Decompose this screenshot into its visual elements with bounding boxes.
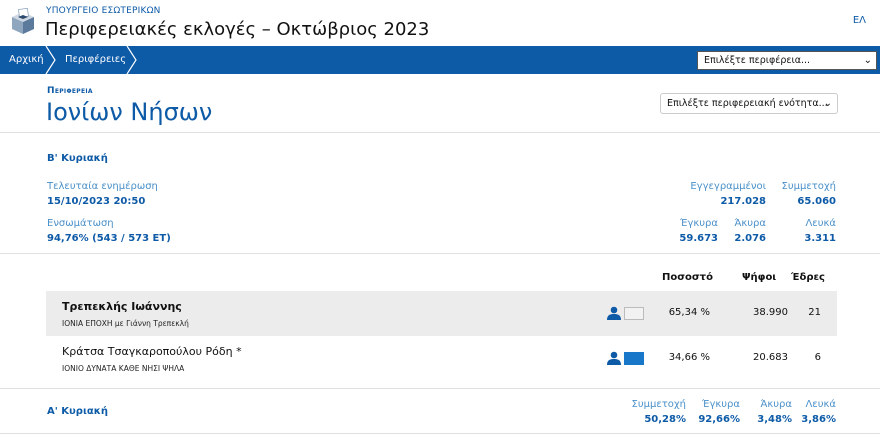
site-header: ΥΠΟΥΡΓΕΙΟ ΕΣΩΤΕΡΙΚΩΝ Περιφερειακές εκλογ… [0,0,880,46]
column-header-votes: Ψήφοι [742,272,777,283]
blank-value: 3.311 [804,233,836,244]
chevron-down-icon: ⌄ [823,98,832,109]
candidate-name: Τρεπεκλής Ιωάννης [62,300,182,313]
round1-valid-label: Έγκυρα [702,399,740,410]
round2-title: Β' Κυριακή [47,153,108,164]
divider [0,132,880,133]
ministry-name: ΥΠΟΥΡΓΕΙΟ ΕΣΩΤΕΡΙΚΩΝ [46,6,161,16]
round1-valid-value: 92,66% [698,414,740,425]
regional-unit-select[interactable]: Επιλέξτε περιφερειακή ενότητα... ⌄ [660,93,838,114]
round1-invalid-label: Άκυρα [760,399,792,410]
ballot-box-logo[interactable] [9,7,37,35]
region-name: Ιονίων Νήσων [46,98,213,126]
candidate-percent: 34,66 % [668,352,710,363]
round1-turnout-value: 50,28% [644,414,686,425]
integration-label: Ενσωμάτωση [47,218,114,229]
language-switch[interactable]: ΕΛ [853,15,866,26]
candidate-row[interactable]: Κράτσα Τσαγκαροπούλου Ρόδη * ΙΟΝΙΟ ΔΥΝΑΤ… [46,336,837,381]
last-update-value: 15/10/2023 20:50 [47,196,146,207]
breadcrumb-home[interactable]: Αρχική [9,46,44,74]
valid-value: 59.673 [679,233,718,244]
column-header-percent: Ποσοστό [662,272,713,283]
turnout-value: 65.060 [797,196,836,207]
person-icon [607,351,621,365]
chevron-down-icon: ⌄ [863,55,872,66]
round1-blank-value: 3,86% [801,414,836,425]
region-select-value: Επιλέξτε περιφέρεια... [704,55,811,66]
invalid-value: 2.076 [734,233,766,244]
breadcrumb-separator-icon [126,46,137,74]
valid-label: Έγκυρα [680,218,718,229]
person-icon [607,306,621,320]
integration-value: 94,76% (543 / 573 ΕΤ) [47,233,171,244]
divider [0,433,880,434]
blank-label: Λευκά [805,218,836,229]
region-select[interactable]: Επιλέξτε περιφέρεια... ⌄ [697,51,877,70]
turnout-label: Συμμετοχή [781,181,837,192]
party-color-swatch [624,352,644,365]
candidate-seats: 21 [808,307,821,318]
party-color-swatch [624,307,644,320]
round1-title[interactable]: Α' Κυριακή [47,406,108,417]
candidate-row[interactable]: Τρεπεκλής Ιωάννης ΙΟΝΙΑ ΕΠΟΧΗ με Γιάννη … [46,291,837,336]
round1-turnout-label: Συμμετοχή [631,399,687,410]
round1-invalid-value: 3,48% [757,414,792,425]
column-header-seats: Έδρες [791,272,825,283]
candidate-name: Κράτσα Τσαγκαροπούλου Ρόδη * [62,345,242,358]
party-name: ΙΟΝΙΑ ΕΠΟΧΗ με Γιάννη Τρεπεκλή [62,319,189,328]
page-title[interactable]: Περιφερειακές εκλογές – Οκτώβριος 2023 [45,19,429,40]
candidate-seats: 6 [814,352,821,363]
breadcrumb-regions[interactable]: Περιφέρειες [65,46,126,74]
regional-unit-select-value: Επιλέξτε περιφερειακή ενότητα... [667,98,828,109]
divider [0,388,880,389]
divider [0,253,880,254]
round1-blank-label: Λευκά [805,399,836,410]
candidate-votes: 38.990 [753,307,788,318]
registered-label: Εγγεγραμμένοι [690,181,766,192]
region-label: Περιφερεια [47,86,93,96]
registered-value: 217.028 [720,196,766,207]
invalid-label: Άκυρα [734,218,766,229]
candidate-votes: 20.683 [753,352,788,363]
last-update-label: Τελευταία ενημέρωση [47,181,158,192]
party-name: ΙΟΝΙΟ ΔΥΝΑΤΑ ΚΑΘΕ ΝΗΣΙ ΨΗΛΑ [62,364,185,373]
breadcrumb-separator-icon [45,46,56,74]
candidate-percent: 65,34 % [668,307,710,318]
